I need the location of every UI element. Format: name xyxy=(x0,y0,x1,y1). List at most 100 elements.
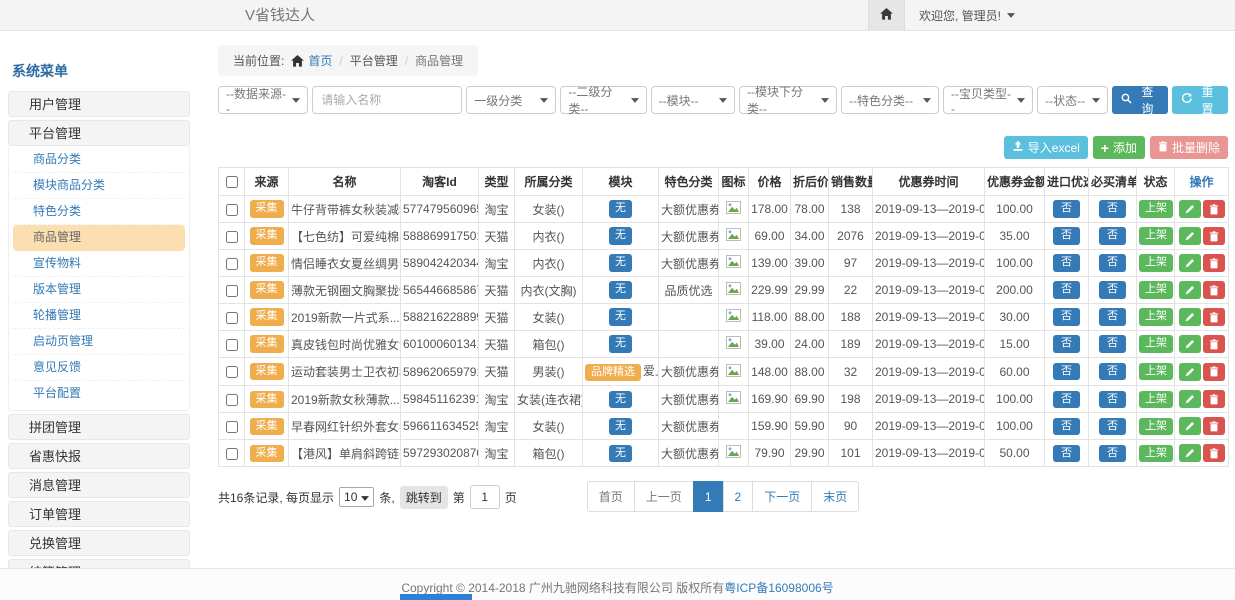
delete-button[interactable] xyxy=(1203,363,1225,381)
select-all-checkbox[interactable] xyxy=(226,176,238,188)
must-buy-badge[interactable]: 否 xyxy=(1099,227,1126,244)
row-checkbox[interactable] xyxy=(226,204,238,216)
module-select[interactable]: --模块-- xyxy=(651,86,735,114)
row-checkbox[interactable] xyxy=(226,394,238,406)
delete-button[interactable] xyxy=(1203,254,1225,272)
edit-button[interactable] xyxy=(1179,308,1201,326)
page-button-1[interactable]: 1 xyxy=(693,481,724,512)
row-checkbox[interactable] xyxy=(226,448,238,460)
delete-button[interactable] xyxy=(1203,308,1225,326)
sidebar-subitem-10[interactable]: 意见反馈 xyxy=(13,355,185,381)
import-select-badge[interactable]: 否 xyxy=(1053,363,1080,380)
batch-delete-button[interactable]: 批量删除 xyxy=(1150,136,1228,159)
row-checkbox[interactable] xyxy=(226,421,238,433)
edit-button[interactable] xyxy=(1179,363,1201,381)
home-button[interactable] xyxy=(868,0,905,31)
status-badge[interactable]: 上架 xyxy=(1139,227,1173,244)
row-checkbox[interactable] xyxy=(226,258,238,270)
edit-button[interactable] xyxy=(1179,417,1201,435)
import-select-badge[interactable]: 否 xyxy=(1053,445,1080,462)
status-select[interactable]: --状态-- xyxy=(1037,86,1108,114)
sidebar-item-15[interactable]: 订单管理 xyxy=(8,501,190,527)
data-source-select[interactable]: --数据来源-- xyxy=(218,86,308,114)
sidebar-subitem-7[interactable]: 版本管理 xyxy=(13,277,185,303)
item-type-select[interactable]: --宝贝类型-- xyxy=(943,86,1033,114)
edit-button[interactable] xyxy=(1179,390,1201,408)
per-page-select[interactable]: 10 xyxy=(339,487,374,507)
import-select-badge[interactable]: 否 xyxy=(1053,254,1080,271)
search-button[interactable]: 查询 xyxy=(1112,86,1168,114)
sidebar-subitem-6[interactable]: 宣传物料 xyxy=(13,251,185,277)
module-subcategory-select[interactable]: --模块下分类-- xyxy=(739,86,837,114)
must-buy-badge[interactable]: 否 xyxy=(1099,335,1126,352)
sidebar-subitem-2[interactable]: 商品分类 xyxy=(13,147,185,173)
delete-button[interactable] xyxy=(1203,200,1225,218)
status-badge[interactable]: 上架 xyxy=(1139,308,1173,325)
sidebar-item-17[interactable]: 结算管理 xyxy=(8,559,190,568)
add-button[interactable]: +添加 xyxy=(1093,136,1145,159)
feature-category-select[interactable]: --特色分类-- xyxy=(841,86,939,114)
must-buy-badge[interactable]: 否 xyxy=(1099,200,1126,217)
row-checkbox[interactable] xyxy=(226,231,238,243)
edit-button[interactable] xyxy=(1179,335,1201,353)
sidebar-item-13[interactable]: 省惠快报 xyxy=(8,443,190,469)
delete-button[interactable] xyxy=(1203,390,1225,408)
row-checkbox[interactable] xyxy=(226,366,238,378)
delete-button[interactable] xyxy=(1203,417,1225,435)
must-buy-badge[interactable]: 否 xyxy=(1099,254,1126,271)
import-select-badge[interactable]: 否 xyxy=(1053,418,1080,435)
sidebar-item-0[interactable]: 用户管理 xyxy=(8,91,190,117)
sidebar-item-1[interactable]: 平台管理 xyxy=(8,120,190,146)
level2-category-select[interactable]: --二级分类-- xyxy=(560,86,646,114)
must-buy-badge[interactable]: 否 xyxy=(1099,363,1126,380)
name-input[interactable] xyxy=(312,86,462,114)
delete-button[interactable] xyxy=(1203,335,1225,353)
delete-button[interactable] xyxy=(1203,444,1225,462)
sidebar-subitem-8[interactable]: 轮播管理 xyxy=(13,303,185,329)
import-select-badge[interactable]: 否 xyxy=(1053,335,1080,352)
import-excel-button[interactable]: 导入excel xyxy=(1004,136,1088,159)
must-buy-badge[interactable]: 否 xyxy=(1099,418,1126,435)
page-button-下一页[interactable]: 下一页 xyxy=(752,481,812,512)
edit-button[interactable] xyxy=(1179,254,1201,272)
sidebar-item-16[interactable]: 兑换管理 xyxy=(8,530,190,556)
sidebar-subitem-4[interactable]: 特色分类 xyxy=(13,199,185,225)
import-select-badge[interactable]: 否 xyxy=(1053,391,1080,408)
sidebar-subitem-11[interactable]: 平台配置 xyxy=(13,381,185,407)
edit-button[interactable] xyxy=(1179,200,1201,218)
import-select-badge[interactable]: 否 xyxy=(1053,308,1080,325)
status-badge[interactable]: 上架 xyxy=(1139,418,1173,435)
page-button-首页[interactable]: 首页 xyxy=(587,481,635,512)
must-buy-badge[interactable]: 否 xyxy=(1099,308,1126,325)
status-badge[interactable]: 上架 xyxy=(1139,391,1173,408)
must-buy-badge[interactable]: 否 xyxy=(1099,281,1126,298)
status-badge[interactable]: 上架 xyxy=(1139,281,1173,298)
status-badge[interactable]: 上架 xyxy=(1139,363,1173,380)
status-badge[interactable]: 上架 xyxy=(1139,445,1173,462)
user-menu[interactable]: 欢迎您, 管理员! xyxy=(905,0,1029,31)
jump-page-input[interactable] xyxy=(470,485,500,509)
import-select-badge[interactable]: 否 xyxy=(1053,200,1080,217)
status-badge[interactable]: 上架 xyxy=(1139,335,1173,352)
delete-button[interactable] xyxy=(1203,281,1225,299)
status-badge[interactable]: 上架 xyxy=(1139,254,1173,271)
sidebar-subitem-3[interactable]: 模块商品分类 xyxy=(13,173,185,199)
edit-button[interactable] xyxy=(1179,281,1201,299)
sidebar-subitem-9[interactable]: 启动页管理 xyxy=(13,329,185,355)
import-select-badge[interactable]: 否 xyxy=(1053,281,1080,298)
reset-button[interactable]: 重置 xyxy=(1172,86,1228,114)
sidebar-item-14[interactable]: 消息管理 xyxy=(8,472,190,498)
delete-button[interactable] xyxy=(1203,227,1225,245)
sidebar-subitem-5[interactable]: 商品管理 xyxy=(13,225,185,251)
sidebar-item-12[interactable]: 拼团管理 xyxy=(8,414,190,440)
icp-link[interactable]: 粤ICP备16098006号 xyxy=(724,581,833,595)
row-checkbox[interactable] xyxy=(226,339,238,351)
page-button-2[interactable]: 2 xyxy=(723,481,754,512)
edit-button[interactable] xyxy=(1179,227,1201,245)
breadcrumb-link[interactable]: 首页 xyxy=(308,52,332,69)
page-button-末页[interactable]: 末页 xyxy=(811,481,859,512)
level1-category-select[interactable]: 一级分类 xyxy=(466,86,556,114)
edit-button[interactable] xyxy=(1179,444,1201,462)
must-buy-badge[interactable]: 否 xyxy=(1099,391,1126,408)
row-checkbox[interactable] xyxy=(226,312,238,324)
